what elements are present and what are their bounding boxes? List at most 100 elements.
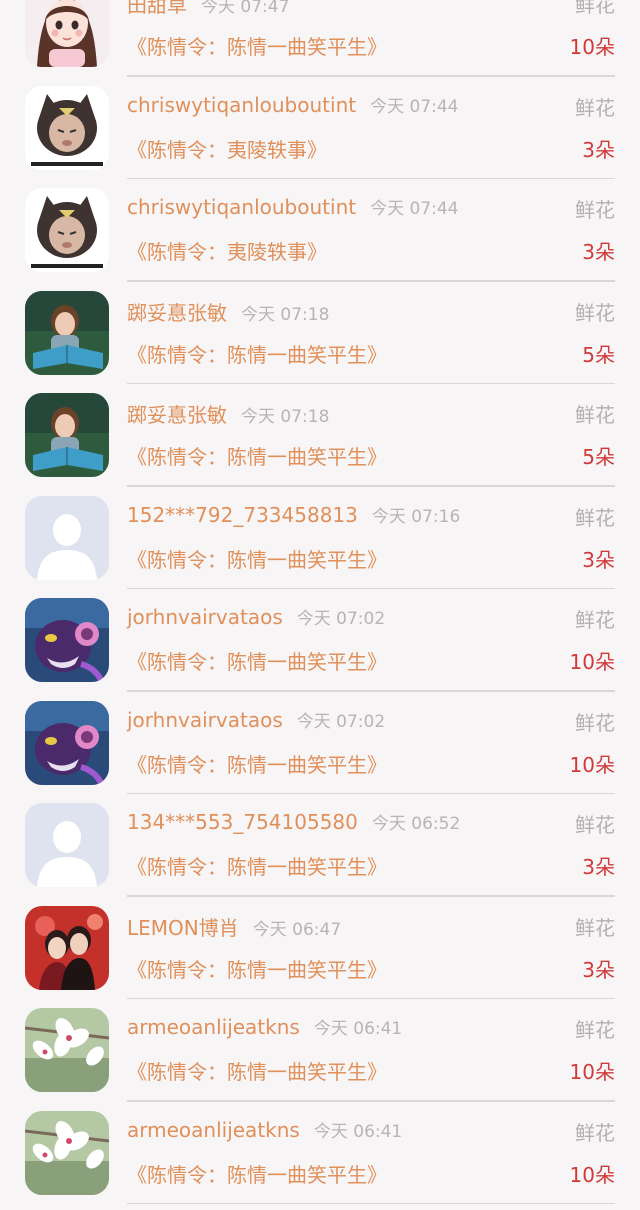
- username-text[interactable]: LEMON博肖: [127, 916, 239, 940]
- user-avatar[interactable]: [25, 495, 109, 580]
- username[interactable]: jorhnvairvataos 今天 07:02: [127, 707, 385, 732]
- row-divider: [127, 690, 615, 692]
- gift-type-label: 鲜花: [575, 608, 615, 632]
- user-avatar[interactable]: [25, 188, 109, 272]
- gift-type-label: 鲜花: [575, 95, 615, 120]
- book-title-link[interactable]: 《陈情令：陈情一曲笑平生》: [127, 441, 387, 470]
- username[interactable]: 踯妥惪张敏 今天 07:18: [127, 399, 329, 428]
- username[interactable]: 152***792_733458813 今天 07:16: [127, 502, 460, 527]
- username-text[interactable]: 踯妥惪张敏: [127, 301, 227, 325]
- flower-count: 10朵: [569, 650, 615, 674]
- gift-time: 今天 07:44: [370, 96, 459, 117]
- username-text[interactable]: 田甜草: [127, 0, 187, 17]
- book-title-link[interactable]: 《陈情令：夷陵轶事》: [127, 236, 327, 265]
- gift-type-label: 鲜花: [575, 813, 615, 837]
- user-avatar[interactable]: [25, 803, 109, 887]
- gift-record-row[interactable]: 152***792_733458813 今天 07:16 鲜花《陈情令：陈情一曲笑平…: [0, 488, 640, 591]
- gift-record-row[interactable]: 田甜草 今天 07:47 鲜花《陈情令：陈情一曲笑平生》 10朵: [0, 0, 640, 78]
- flower-count: 10朵: [569, 1162, 615, 1187]
- row-divider: [127, 75, 615, 77]
- book-title-link[interactable]: 《陈情令：陈情一曲笑平生》: [127, 851, 387, 880]
- gift-record-row[interactable]: LEMON博肖 今天 06:47 鲜花《陈情令：陈情一曲笑平生》 3朵: [0, 898, 640, 1001]
- user-avatar[interactable]: [25, 85, 109, 170]
- username[interactable]: 田甜草 今天 07:47: [127, 0, 289, 18]
- gift-type-label: 鲜花: [575, 403, 615, 427]
- gift-type-label: 鲜花: [575, 915, 615, 940]
- flower-count: 3朵: [582, 547, 615, 572]
- gift-record-row[interactable]: armeoanlijeatkns 今天 06:41 鲜花 《陈情令：陈情一曲笑平生》 1…: [0, 1000, 640, 1103]
- book-title-link[interactable]: 《陈情令：陈情一曲笑平生》: [127, 31, 387, 60]
- row-divider: [127, 587, 615, 589]
- gift-record-row[interactable]: jorhnvairvataos 今天 07:02 鲜花《陈情令：陈情一曲笑平生》 10…: [0, 693, 640, 796]
- gift-record-row[interactable]: chriswytiqanlouboutint 今天 07:44 鲜花《陈情令：夷陵轶…: [0, 78, 640, 181]
- row-divider: [127, 280, 615, 282]
- username-text[interactable]: jorhnvairvataos: [127, 708, 283, 732]
- username-text[interactable]: 134***553_754105580: [127, 810, 358, 834]
- gift-record-row[interactable]: 踯妥惪张敏 今天 07:18 鲜花 《陈情令：陈情一曲笑平生》 5朵: [0, 385, 640, 488]
- row-divider: [127, 1100, 615, 1102]
- book-title-link[interactable]: 《陈情令：夷陵轶事》: [127, 134, 327, 163]
- flower-count: 3朵: [582, 137, 615, 162]
- gift-time: 今天 06:47: [252, 919, 342, 940]
- gift-type-label: 鲜花: [575, 0, 615, 17]
- flower-count: 3朵: [582, 957, 615, 982]
- user-avatar[interactable]: [25, 1110, 109, 1195]
- user-avatar[interactable]: [25, 393, 109, 477]
- flower-count: 10朵: [569, 35, 615, 59]
- gift-time: 今天 06:52: [371, 814, 461, 834]
- gift-record-row[interactable]: chriswytiqanlouboutint 今天 07:44 鲜花 《陈情令：夷陵轶…: [0, 180, 640, 283]
- username[interactable]: armeoanlijeatkns 今天 06:41: [127, 1117, 402, 1142]
- gift-time: 今天 07:47: [201, 0, 290, 17]
- user-avatar[interactable]: [25, 1008, 109, 1092]
- username-text[interactable]: jorhnvairvataos: [127, 605, 283, 629]
- gift-time: 今天 06:41: [313, 1121, 403, 1142]
- username[interactable]: chriswytiqanlouboutint 今天 07:44: [127, 194, 459, 219]
- user-avatar[interactable]: [25, 0, 109, 67]
- user-avatar[interactable]: [25, 598, 109, 682]
- username-text[interactable]: chriswytiqanlouboutint: [127, 93, 356, 117]
- gift-record-row[interactable]: armeoanlijeatkns 今天 06:41 鲜花 《陈情令：陈情一曲笑平生》 1…: [0, 1103, 640, 1206]
- row-divider: [127, 792, 615, 794]
- book-title-link[interactable]: 《陈情令：陈情一曲笑平生》: [127, 544, 387, 573]
- gift-time: 今天 07:18: [241, 407, 330, 427]
- username-text[interactable]: armeoanlijeatkns: [127, 1118, 300, 1142]
- username-text[interactable]: chriswytiqanlouboutint: [127, 195, 356, 219]
- book-title-link[interactable]: 《陈情令：陈情一曲笑平生》: [127, 339, 387, 368]
- gift-record-row[interactable]: 134***553_754105580 今天 06:52 鲜花《陈情令：陈情一曲笑平…: [0, 795, 640, 898]
- row-divider: [127, 1202, 615, 1204]
- flower-count: 5朵: [582, 342, 615, 367]
- username[interactable]: jorhnvairvataos 今天 07:02: [127, 604, 385, 629]
- gift-record-row[interactable]: 踯妥惪张敏 今天 07:18 鲜花《陈情令：陈情一曲笑平生》 5朵: [0, 283, 640, 386]
- gift-time: 今天 07:02: [296, 711, 386, 732]
- row-divider: [127, 382, 615, 384]
- gift-time: 今天 07:44: [370, 199, 459, 219]
- gift-type-label: 鲜花: [575, 1018, 615, 1042]
- user-avatar[interactable]: [25, 290, 109, 375]
- username-text[interactable]: armeoanlijeatkns: [127, 1015, 300, 1039]
- row-divider: [127, 895, 615, 897]
- username[interactable]: LEMON博肖 今天 06:47: [127, 912, 341, 941]
- gift-time: 今天 07:16: [371, 506, 461, 527]
- user-avatar[interactable]: [25, 700, 109, 785]
- flower-count: 10朵: [569, 752, 615, 777]
- username-text[interactable]: 152***792_733458813: [127, 503, 358, 527]
- book-title-link[interactable]: 《陈情令：陈情一曲笑平生》: [127, 749, 387, 778]
- username[interactable]: chriswytiqanlouboutint 今天 07:44: [127, 92, 459, 117]
- flower-gift-list[interactable]: 田甜草 今天 07:47 鲜花 《陈情令：陈情一曲笑平生》 10朵 chriswytiq…: [0, 0, 640, 1210]
- row-divider: [127, 177, 615, 179]
- book-title-link[interactable]: 《陈情令：陈情一曲笑平生》: [127, 1056, 387, 1085]
- gift-type-label: 鲜花: [575, 505, 615, 530]
- row-divider: [127, 485, 615, 487]
- book-title-link[interactable]: 《陈情令：陈情一曲笑平生》: [127, 954, 387, 983]
- gift-type-label: 鲜花: [575, 300, 615, 325]
- gift-time: 今天 06:41: [313, 1019, 403, 1039]
- username[interactable]: 134***553_754105580 今天 06:52: [127, 809, 460, 834]
- user-avatar[interactable]: [25, 905, 109, 990]
- username[interactable]: 踯妥惪张敏 今天 07:18: [127, 297, 329, 326]
- gift-type-label: 鲜花: [575, 710, 615, 735]
- username[interactable]: armeoanlijeatkns 今天 06:41: [127, 1014, 402, 1039]
- username-text[interactable]: 踯妥惪张敏: [127, 403, 227, 427]
- book-title-link[interactable]: 《陈情令：陈情一曲笑平生》: [127, 646, 387, 675]
- book-title-link[interactable]: 《陈情令：陈情一曲笑平生》: [127, 1159, 387, 1188]
- gift-record-row[interactable]: jorhnvairvataos 今天 07:02 鲜花《陈情令：陈情一曲笑平生》 10…: [0, 590, 640, 693]
